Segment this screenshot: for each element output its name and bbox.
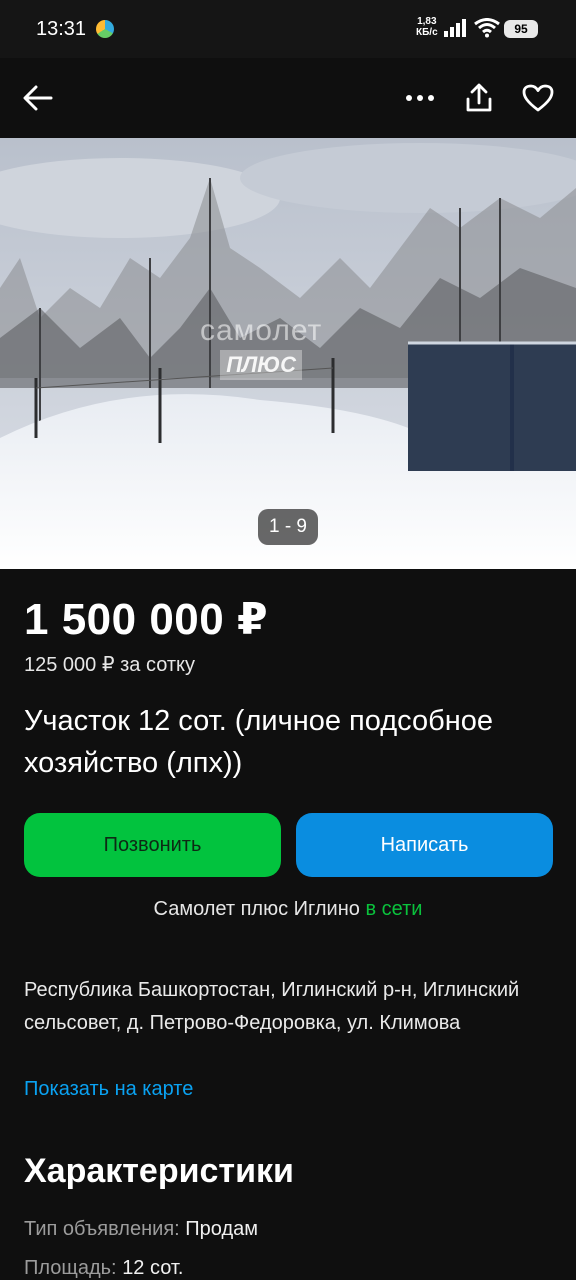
seller-name: Самолет плюс Иглино [153, 898, 360, 920]
photo-watermark: самолет ПЛЮС [200, 314, 322, 380]
characteristic-row: Площадь: 12 сот. [24, 1257, 183, 1280]
price-per-unit: 125 000 ₽ за сотку [24, 654, 196, 676]
characteristic-value: 12 сот. [122, 1257, 184, 1279]
write-button[interactable]: Написать [296, 813, 553, 877]
characteristic-value: Продам [185, 1218, 258, 1240]
network-speed-unit: КБ/с [416, 27, 438, 38]
call-button[interactable]: Позвонить [24, 813, 281, 877]
characteristic-row: Тип объявления: Продам [24, 1218, 258, 1241]
call-button-label: Позвонить [103, 833, 202, 856]
back-arrow-icon [23, 85, 53, 111]
network-speed: 1,83 КБ/с [416, 16, 438, 38]
wifi-icon [474, 18, 500, 38]
app-notification-icon [96, 20, 114, 38]
characteristics-title: Характеристики [24, 1152, 294, 1190]
seller-online-status: в сети [365, 898, 423, 920]
battery-icon: 95 [504, 20, 538, 38]
status-time: 13:31 [36, 18, 87, 40]
address: Республика Башкортостан, Иглинский р-н, … [24, 979, 520, 1034]
share-button[interactable] [455, 74, 503, 122]
back-button[interactable] [14, 74, 62, 122]
show-on-map-link[interactable]: Показать на карте [24, 1078, 193, 1101]
share-icon [466, 83, 492, 112]
characteristic-label: Площадь: [24, 1257, 117, 1279]
listing-title: Участок 12 сот. (личное подсобное хозяйс… [24, 705, 493, 779]
listing-photo[interactable]: самолет ПЛЮС 1 - 9 [0, 138, 576, 569]
heart-icon [522, 84, 554, 112]
price: 1 500 000 ₽ [24, 595, 269, 644]
more-button[interactable] [396, 74, 444, 122]
status-bar: 13:31 1,83 КБ/с 95 [0, 0, 576, 58]
photo-counter: 1 - 9 [258, 509, 318, 545]
watermark-bottom: ПЛЮС [220, 350, 303, 380]
characteristic-label: Тип объявления: [24, 1218, 180, 1240]
top-toolbar [0, 58, 576, 138]
write-button-label: Написать [380, 833, 469, 856]
seller-info[interactable]: Самолет плюс Иглино в сети [0, 898, 576, 921]
signal-icon [444, 19, 466, 37]
network-speed-value: 1,83 [417, 16, 437, 27]
watermark-top: самолет [200, 314, 323, 347]
favorite-button[interactable] [514, 74, 562, 122]
more-dots-icon [406, 95, 434, 101]
